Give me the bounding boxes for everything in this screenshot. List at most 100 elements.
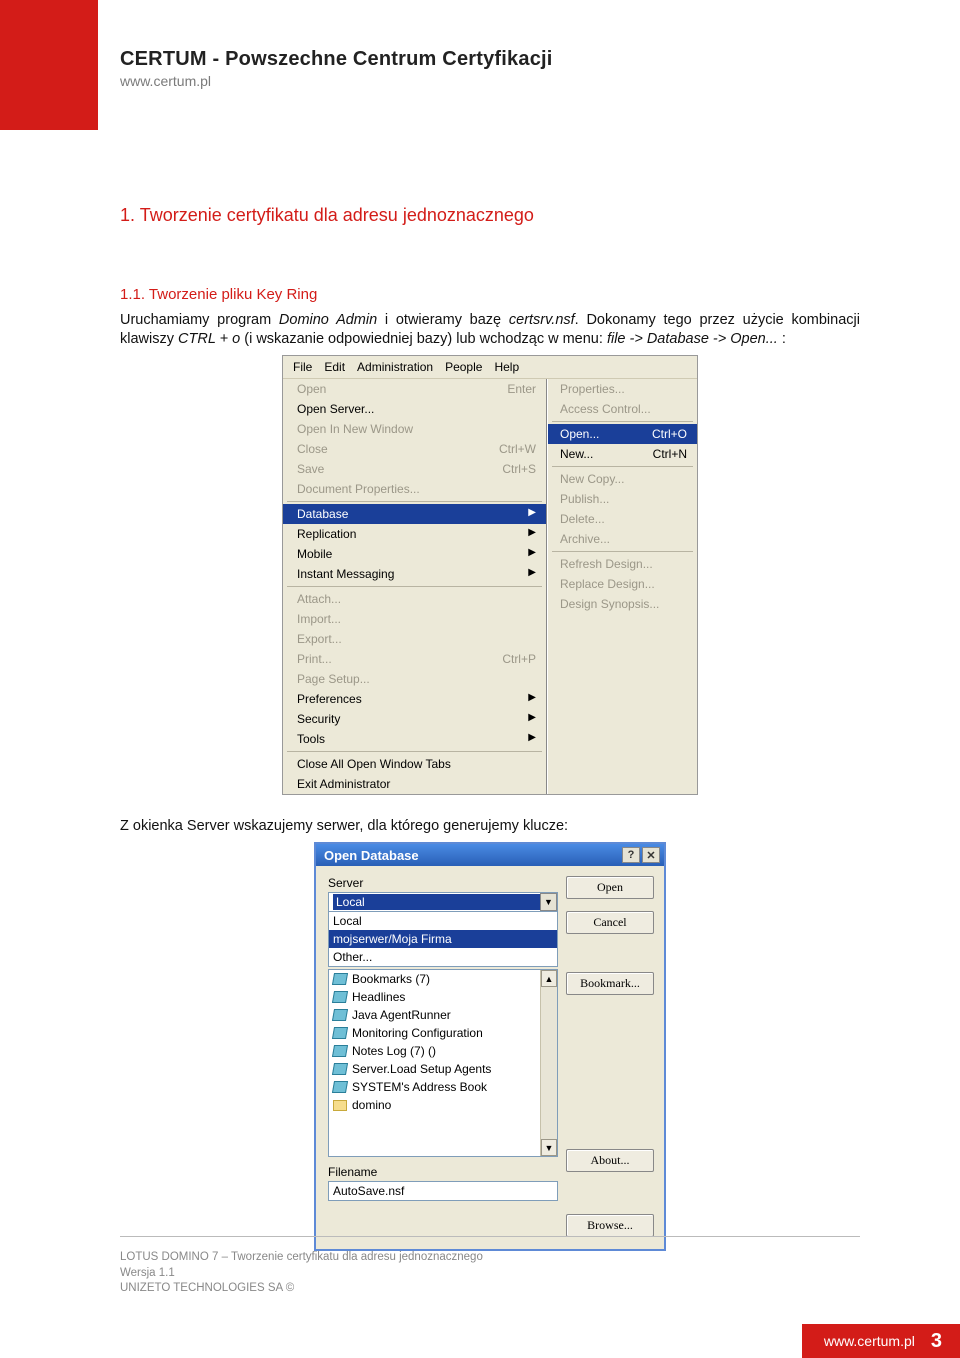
scroll-up-icon[interactable]: ▲	[541, 970, 557, 987]
menu-item-preferences[interactable]: Preferences▶	[283, 689, 546, 709]
list-item[interactable]: Java AgentRunner	[329, 1006, 557, 1024]
server-label: Server	[328, 876, 558, 890]
filename-field[interactable]: AutoSave.nsf	[328, 1181, 558, 1201]
menu-item-page-setup[interactable]: Page Setup...	[283, 669, 546, 689]
server-combobox[interactable]: Local ▼	[328, 892, 558, 912]
close-icon[interactable]: ✕	[642, 847, 660, 863]
footer-rule	[120, 1236, 860, 1237]
browse-button[interactable]: Browse...	[566, 1214, 654, 1237]
menu-item-save[interactable]: SaveCtrl+S	[283, 459, 546, 479]
paragraph-1: Uruchamiamy program Domino Admin i otwie…	[120, 311, 860, 349]
menu-file[interactable]: File	[287, 358, 318, 376]
file-dropdown: OpenEnter Open Server... Open In New Win…	[283, 379, 547, 794]
menu-item-open-new-window[interactable]: Open In New Window	[283, 419, 546, 439]
submenu-new-copy[interactable]: New Copy...	[548, 469, 697, 489]
submenu-design-synopsis[interactable]: Design Synopsis...	[548, 594, 697, 614]
submenu-replace-design[interactable]: Replace Design...	[548, 574, 697, 594]
menu-separator	[552, 551, 693, 552]
list-item[interactable]: Monitoring Configuration	[329, 1024, 557, 1042]
server-option-other[interactable]: Other...	[329, 948, 557, 966]
menu-item-print[interactable]: Print...Ctrl+P	[283, 649, 546, 669]
database-icon	[332, 1063, 348, 1075]
menu-separator	[287, 586, 542, 587]
footer-line-1: LOTUS DOMINO 7 – Tworzenie certyfikatu d…	[120, 1250, 483, 1266]
section-1-heading: 1. Tworzenie certyfikatu dla adresu jedn…	[120, 205, 860, 226]
scroll-down-icon[interactable]: ▼	[541, 1139, 557, 1156]
list-item[interactable]: Bookmarks (7)	[329, 970, 557, 988]
dialog-title: Open Database	[324, 848, 419, 863]
menu-bar: File Edit Administration People Help	[283, 356, 697, 379]
scrollbar[interactable]: ▲ ▼	[540, 970, 557, 1156]
list-item[interactable]: Notes Log (7) ()	[329, 1042, 557, 1060]
database-icon	[332, 1081, 348, 1093]
submenu-delete[interactable]: Delete...	[548, 509, 697, 529]
paragraph-2: Z okienka Server wskazujemy serwer, dla …	[120, 817, 860, 836]
open-database-dialog: Open Database ? ✕ Server Local ▼ Local m…	[314, 842, 666, 1251]
menu-item-mobile[interactable]: Mobile▶	[283, 544, 546, 564]
footer: LOTUS DOMINO 7 – Tworzenie certyfikatu d…	[120, 1250, 483, 1297]
menu-item-close-all-tabs[interactable]: Close All Open Window Tabs	[283, 754, 546, 774]
menu-item-open[interactable]: OpenEnter	[283, 379, 546, 399]
list-item[interactable]: SYSTEM's Address Book	[329, 1078, 557, 1096]
open-button[interactable]: Open	[566, 876, 654, 899]
menu-item-open-server[interactable]: Open Server...	[283, 399, 546, 419]
cancel-button[interactable]: Cancel	[566, 911, 654, 934]
menu-help[interactable]: Help	[488, 358, 525, 376]
list-item[interactable]: Server.Load Setup Agents	[329, 1060, 557, 1078]
section-1-1-heading: 1.1. Tworzenie pliku Key Ring	[120, 286, 860, 303]
server-option-local[interactable]: Local	[329, 912, 557, 930]
menu-item-attach[interactable]: Attach...	[283, 589, 546, 609]
about-button[interactable]: About...	[566, 1149, 654, 1172]
footer-line-3: UNIZETO TECHNOLOGIES SA ©	[120, 1281, 483, 1297]
submenu-open[interactable]: Open...Ctrl+O	[548, 424, 697, 444]
footer-badge: www.certum.pl 3	[802, 1324, 960, 1358]
menu-separator	[287, 501, 542, 502]
menu-item-exit[interactable]: Exit Administrator	[283, 774, 546, 794]
help-icon[interactable]: ?	[622, 847, 640, 863]
database-icon	[332, 991, 348, 1003]
submenu-publish[interactable]: Publish...	[548, 489, 697, 509]
menu-item-database[interactable]: Database▶	[283, 504, 546, 524]
dialog-titlebar: Open Database ? ✕	[316, 844, 664, 866]
folder-icon	[333, 1100, 347, 1111]
filename-label: Filename	[328, 1165, 558, 1179]
menu-item-security[interactable]: Security▶	[283, 709, 546, 729]
file-menu-screenshot: File Edit Administration People Help Ope…	[282, 355, 698, 795]
database-icon	[332, 1045, 348, 1057]
list-item[interactable]: domino	[329, 1096, 557, 1114]
menu-separator	[287, 751, 542, 752]
menu-edit[interactable]: Edit	[318, 358, 351, 376]
header-title: CERTUM - Powszechne Centrum Certyfikacji	[120, 48, 553, 71]
database-icon	[332, 1009, 348, 1021]
menu-item-export[interactable]: Export...	[283, 629, 546, 649]
menu-item-tools[interactable]: Tools▶	[283, 729, 546, 749]
page-header: CERTUM - Powszechne Centrum Certyfikacji…	[120, 48, 553, 89]
database-submenu: Properties... Access Control... Open...C…	[547, 379, 697, 794]
server-option-mojserwer[interactable]: mojserwer/Moja Firma	[329, 930, 557, 948]
submenu-archive[interactable]: Archive...	[548, 529, 697, 549]
submenu-access-control[interactable]: Access Control...	[548, 399, 697, 419]
menu-item-close[interactable]: CloseCtrl+W	[283, 439, 546, 459]
menu-separator	[552, 466, 693, 467]
menu-item-instant-messaging[interactable]: Instant Messaging▶	[283, 564, 546, 584]
side-red-bar	[0, 0, 98, 130]
submenu-new[interactable]: New...Ctrl+N	[548, 444, 697, 464]
footer-line-2: Wersja 1.1	[120, 1266, 483, 1282]
menu-item-doc-properties[interactable]: Document Properties...	[283, 479, 546, 499]
chevron-down-icon[interactable]: ▼	[540, 893, 557, 911]
database-icon	[332, 1027, 348, 1039]
menu-administration[interactable]: Administration	[351, 358, 439, 376]
menu-item-replication[interactable]: Replication▶	[283, 524, 546, 544]
menu-item-import[interactable]: Import...	[283, 609, 546, 629]
list-item[interactable]: Headlines	[329, 988, 557, 1006]
server-value: Local	[333, 894, 540, 910]
database-listbox[interactable]: Bookmarks (7) Headlines Java AgentRunner…	[328, 969, 558, 1157]
database-icon	[332, 973, 348, 985]
main-content: 1. Tworzenie certyfikatu dla adresu jedn…	[120, 205, 860, 1251]
header-url: www.certum.pl	[120, 73, 553, 89]
footer-url: www.certum.pl	[824, 1333, 915, 1349]
submenu-properties[interactable]: Properties...	[548, 379, 697, 399]
bookmark-button[interactable]: Bookmark...	[566, 972, 654, 995]
menu-people[interactable]: People	[439, 358, 488, 376]
submenu-refresh-design[interactable]: Refresh Design...	[548, 554, 697, 574]
